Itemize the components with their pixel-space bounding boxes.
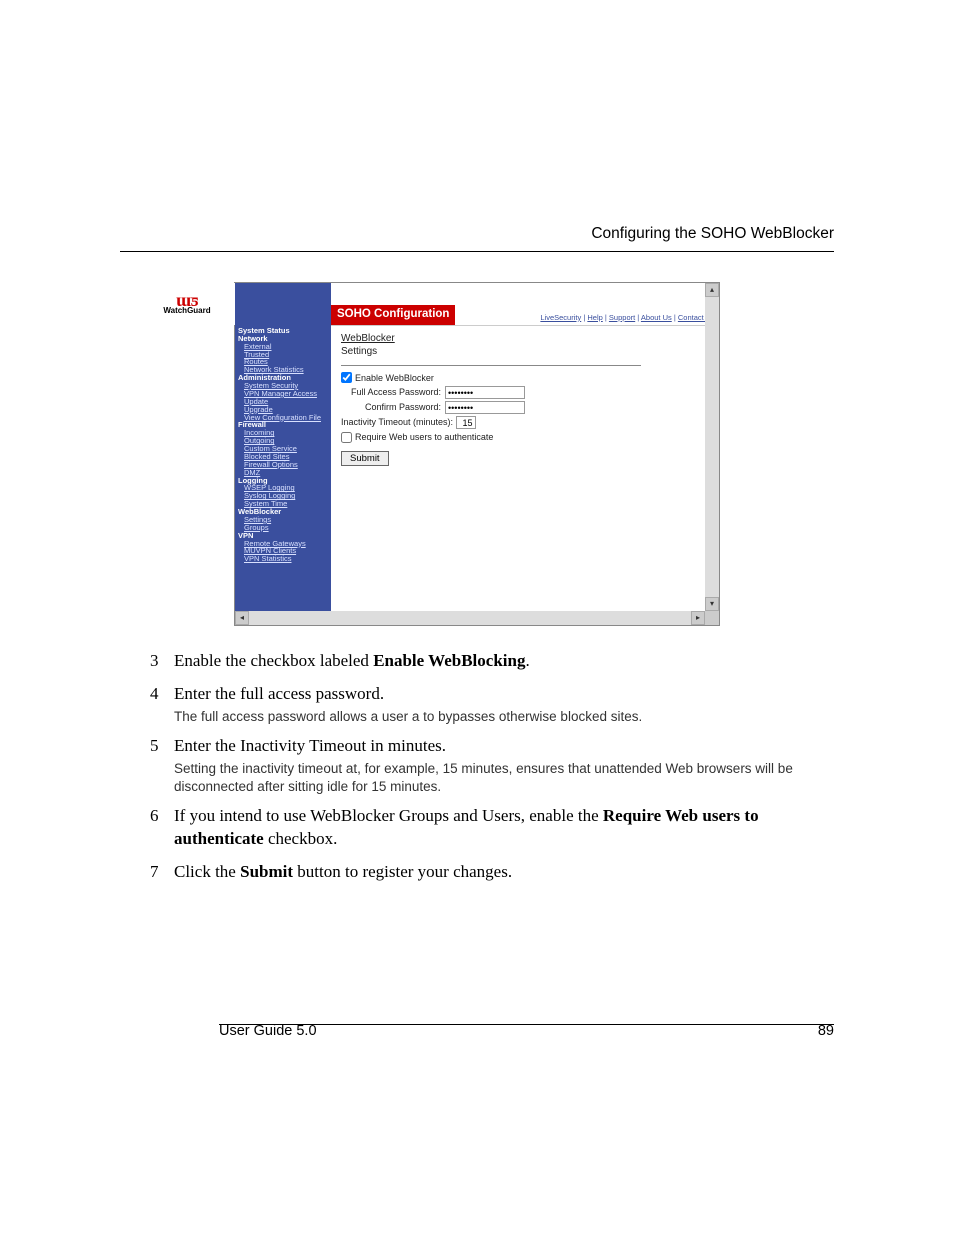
inactivity-label: Inactivity Timeout (minutes): (341, 416, 453, 428)
full-password-input[interactable] (445, 386, 525, 399)
inactivity-timeout-input[interactable] (456, 416, 476, 429)
content-divider (341, 365, 641, 366)
step-text: Click the (174, 862, 240, 881)
vertical-scrollbar[interactable]: ▴ ▾ (705, 283, 719, 611)
step-4: 4 Enter the full access password. The fu… (150, 683, 834, 725)
require-auth-checkbox[interactable] (341, 432, 352, 443)
main-panel: SOHO Configuration LiveSecurity | Help |… (331, 283, 719, 625)
link-support[interactable]: Support (609, 313, 635, 322)
confirm-password-input[interactable] (445, 401, 525, 414)
footer-left: User Guide 5.0 (219, 1022, 317, 1042)
require-auth-label: Require Web users to authenticate (355, 431, 493, 443)
logo-area: ɯƽ WatchGuard (139, 283, 235, 325)
link-help[interactable]: Help (587, 313, 602, 322)
step-7: 7 Click the Submit button to register yo… (150, 861, 834, 884)
steps-list: 3 Enable the checkbox labeled Enable Web… (150, 650, 834, 884)
scroll-right-icon[interactable]: ▸ (691, 611, 705, 625)
full-password-label: Full Access Password: (341, 386, 441, 398)
nav-vpn-statistics[interactable]: VPN Statistics (238, 555, 328, 563)
watchguard-logo-icon: ɯƽ (176, 293, 198, 307)
logo-text: WatchGuard (163, 307, 210, 315)
scroll-down-icon[interactable]: ▾ (705, 597, 719, 611)
enable-webblocker-label: Enable WebBlocker (355, 372, 434, 384)
content-title-2: Settings (341, 345, 709, 359)
footer: User Guide 5.0 89 (219, 1022, 834, 1042)
header-rule (120, 251, 834, 252)
content-title-1: WebBlocker (341, 332, 709, 346)
top-links: LiveSecurity | Help | Support | About Us… (540, 313, 715, 323)
step-number: 5 (150, 735, 174, 795)
step-note: The full access password allows a user a… (174, 708, 834, 726)
scroll-left-icon[interactable]: ◂ (235, 611, 249, 625)
horizontal-scrollbar[interactable]: ◂ ▸ (235, 611, 705, 625)
step-bold: Enable WebBlocking (373, 651, 525, 670)
confirm-password-label: Confirm Password: (341, 401, 441, 413)
main-title: SOHO Configuration (331, 305, 455, 325)
content-area: WebBlocker Settings Enable WebBlocker Fu… (331, 326, 719, 472)
step-bold: Submit (240, 862, 293, 881)
step-number: 7 (150, 861, 174, 884)
link-livesecurity[interactable]: LiveSecurity (540, 313, 581, 322)
step-text: Enter the full access password. (174, 684, 384, 703)
step-text: If you intend to use WebBlocker Groups a… (174, 806, 603, 825)
footer-page-number: 89 (818, 1022, 834, 1042)
link-about-us[interactable]: About Us (641, 313, 672, 322)
submit-button[interactable]: Submit (341, 451, 389, 466)
step-text: Enter the Inactivity Timeout in minutes. (174, 736, 446, 755)
sidebar-nav: ɯƽ WatchGuard System Status Network Exte… (235, 283, 331, 625)
step-text-post: checkbox. (264, 829, 338, 848)
step-text: Enable the checkbox labeled (174, 651, 373, 670)
step-text-post: button to register your changes. (293, 862, 512, 881)
step-number: 3 (150, 650, 174, 673)
step-number: 6 (150, 805, 174, 851)
scroll-up-icon[interactable]: ▴ (705, 283, 719, 297)
app-screenshot: ɯƽ WatchGuard System Status Network Exte… (234, 282, 720, 626)
step-text-post: . (525, 651, 529, 670)
scroll-corner (705, 611, 719, 625)
top-bar: SOHO Configuration LiveSecurity | Help |… (331, 283, 719, 326)
step-6: 6 If you intend to use WebBlocker Groups… (150, 805, 834, 851)
step-note: Setting the inactivity timeout at, for e… (174, 760, 834, 795)
page-header-title: Configuring the SOHO WebBlocker (120, 224, 834, 245)
step-3: 3 Enable the checkbox labeled Enable Web… (150, 650, 834, 673)
enable-webblocker-checkbox[interactable] (341, 372, 352, 383)
step-number: 4 (150, 683, 174, 725)
step-5: 5 Enter the Inactivity Timeout in minute… (150, 735, 834, 795)
